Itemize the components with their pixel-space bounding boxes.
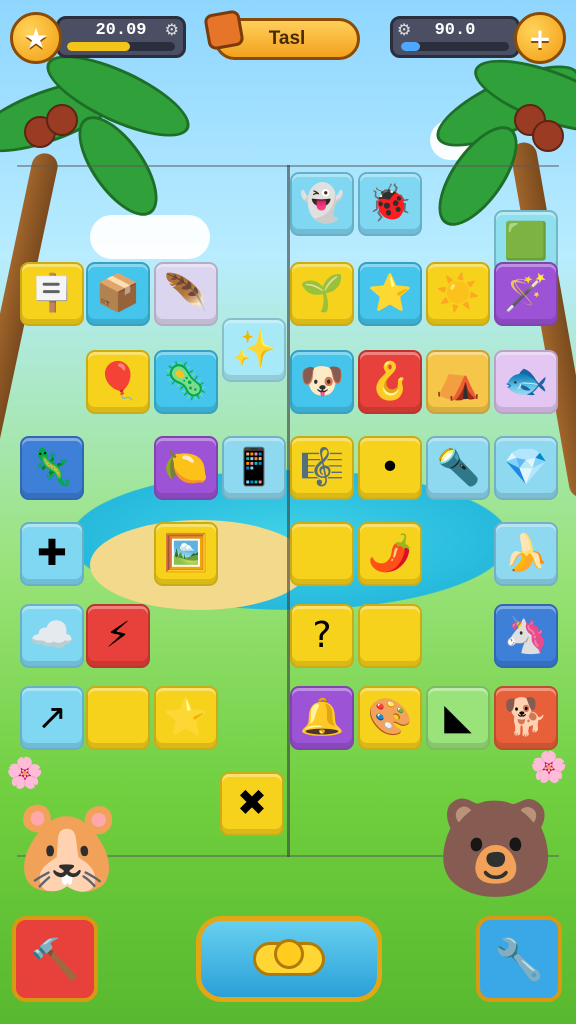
cloud-tile[interactable]: ☁️ bbox=[20, 604, 84, 668]
bear-mascot: 🐻 bbox=[436, 792, 556, 904]
right-progress-fill bbox=[401, 42, 421, 51]
balloon-tile[interactable]: 🎈 bbox=[86, 350, 150, 414]
sign-tile[interactable]: 🪧 bbox=[20, 262, 84, 326]
torch-tile[interactable]: 🔦 bbox=[426, 436, 490, 500]
banana-tile[interactable]: 🍌 bbox=[494, 522, 558, 586]
dog-tile[interactable]: 🐕 bbox=[494, 686, 558, 750]
plain-yellow-tile[interactable] bbox=[358, 604, 422, 668]
hammer-icon: 🔨 bbox=[30, 936, 80, 983]
shape-tile[interactable]: ◣ bbox=[426, 686, 490, 750]
cloud bbox=[90, 215, 210, 259]
gem-tile[interactable]: 💎 bbox=[494, 436, 558, 500]
cross-tile[interactable]: ✚ bbox=[20, 522, 84, 586]
hamster-mascot: 🐹 bbox=[10, 792, 125, 899]
right-stat-value: 90.0 bbox=[434, 21, 476, 40]
puppy-face-tile[interactable]: 🐶 bbox=[290, 350, 354, 414]
flower-icon: 🌸 bbox=[6, 756, 44, 791]
box-icon bbox=[203, 9, 245, 51]
right-progress-track bbox=[401, 42, 509, 51]
plus-icon[interactable]: + bbox=[514, 12, 566, 64]
task-label: Tasl bbox=[268, 28, 306, 49]
hammer-button[interactable]: 🔨 bbox=[12, 916, 98, 1002]
bug-tile[interactable]: 🐞 bbox=[358, 172, 422, 236]
tool-button[interactable]: 🔧 bbox=[476, 916, 562, 1002]
frame-tile[interactable]: 🖼️ bbox=[154, 522, 218, 586]
gear-icon: ⚙ bbox=[164, 20, 179, 39]
knob-icon bbox=[253, 939, 325, 976]
arrow-tile[interactable]: ↗ bbox=[20, 686, 84, 750]
empty-yellow-tile[interactable] bbox=[86, 686, 150, 750]
gear-icon: ⚙ bbox=[397, 20, 412, 39]
pepper-tile[interactable]: 🌶️ bbox=[358, 522, 422, 586]
left-progress-track bbox=[67, 42, 175, 51]
sun-tile[interactable]: ☀️ bbox=[426, 262, 490, 326]
lemon-tile[interactable]: 🍋 bbox=[154, 436, 218, 500]
pink-creature-tile[interactable]: 🦠 bbox=[154, 350, 218, 414]
cross-bone-tile[interactable]: ✖ bbox=[220, 772, 284, 836]
wand-tile[interactable]: 🪄 bbox=[494, 262, 558, 326]
left-stat-box: 20.09 ⚙ bbox=[56, 16, 186, 58]
easel-tile[interactable]: 🎨 bbox=[358, 686, 422, 750]
right-stat-box: 90.0 ⚙ bbox=[390, 16, 520, 58]
harp-tile[interactable]: 🎼 bbox=[290, 436, 354, 500]
bell-tile[interactable]: 🔔 bbox=[290, 686, 354, 750]
center-action-button[interactable] bbox=[196, 916, 382, 1002]
question-tile[interactable]: ? bbox=[290, 604, 354, 668]
lightning-tile[interactable]: ⚡ bbox=[86, 604, 150, 668]
ghost-tile[interactable]: 👻 bbox=[290, 172, 354, 236]
wrench-icon: 🔧 bbox=[494, 936, 544, 983]
blank-yellow-tile[interactable] bbox=[290, 522, 354, 586]
star-tile[interactable]: ⭐ bbox=[358, 262, 422, 326]
crate-tile[interactable]: 📦 bbox=[86, 262, 150, 326]
feather-tile[interactable]: 🪶 bbox=[154, 262, 218, 326]
sprout-tile[interactable]: 🌱 bbox=[290, 262, 354, 326]
star-sparkle-tile[interactable]: ✨ bbox=[222, 318, 286, 382]
dot-tile[interactable]: • bbox=[358, 436, 422, 500]
phone-tile[interactable]: 📱 bbox=[222, 436, 286, 500]
seahorse-tile[interactable]: 🦄 bbox=[494, 604, 558, 668]
dragon-tile[interactable]: 🦎 bbox=[20, 436, 84, 500]
coconut bbox=[46, 104, 78, 136]
green-fish-tile[interactable]: 🐟 bbox=[494, 350, 558, 414]
red-star-tile[interactable]: ⭐ bbox=[154, 686, 218, 750]
tent-tile[interactable]: ⛺ bbox=[426, 350, 490, 414]
left-progress-fill bbox=[67, 42, 130, 51]
coconut bbox=[532, 120, 564, 152]
star-icon[interactable]: ★ bbox=[10, 12, 62, 64]
flower-icon: 🌸 bbox=[530, 750, 568, 785]
hook-tile[interactable]: 🪝 bbox=[358, 350, 422, 414]
